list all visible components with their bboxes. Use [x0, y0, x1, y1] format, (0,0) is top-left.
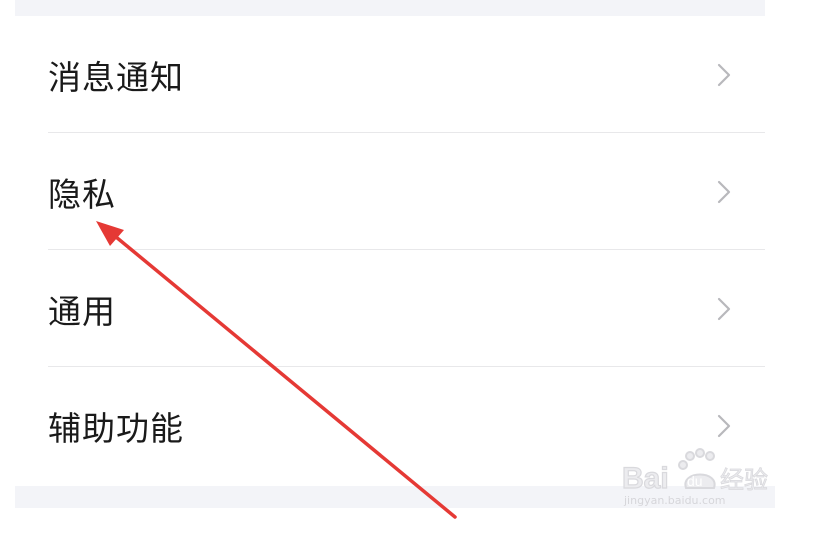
settings-item-label: 隐私 [48, 174, 116, 214]
settings-item-general[interactable]: 通用 [0, 250, 765, 367]
svg-text:Bai: Bai [622, 462, 669, 495]
settings-item-notifications[interactable]: 消息通知 [0, 16, 765, 133]
chevron-right-icon [717, 63, 731, 86]
chevron-right-icon [717, 297, 731, 320]
svg-text:经验: 经验 [720, 466, 768, 494]
svg-text:du: du [687, 473, 703, 489]
settings-screen: 消息通知 隐私 通用 辅助功能 Bai du 经验 jingyan.baidu.… [0, 0, 815, 535]
settings-item-label: 通用 [48, 291, 116, 331]
settings-item-privacy[interactable]: 隐私 [0, 133, 765, 250]
settings-item-label: 消息通知 [48, 57, 184, 97]
section-gap-top [15, 0, 765, 16]
chevron-right-icon [717, 414, 731, 437]
baidu-jingyan-watermark: Bai du 经验 jingyan.baidu.com [620, 440, 780, 520]
watermark-url: jingyan.baidu.com [624, 494, 726, 507]
settings-item-label: 辅助功能 [48, 408, 184, 448]
settings-list: 消息通知 隐私 通用 辅助功能 [0, 16, 765, 484]
chevron-right-icon [717, 180, 731, 203]
baidu-logo-icon: Bai du 经验 [621, 448, 768, 496]
